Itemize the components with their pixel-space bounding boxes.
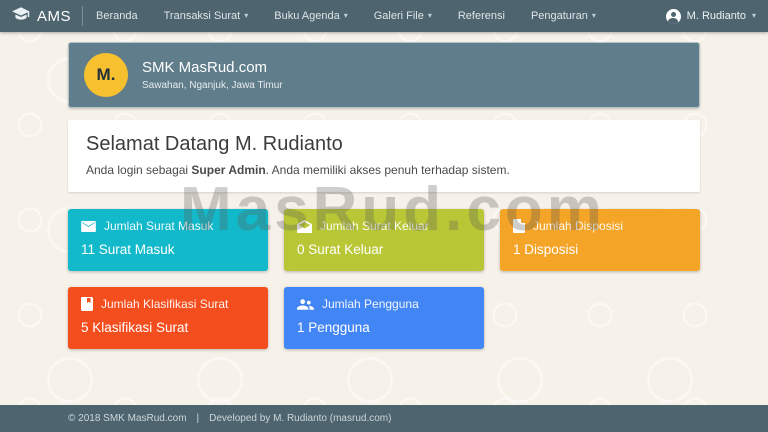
tile-klasifikasi-surat[interactable]: Jumlah Klasifikasi Surat 5 Klasifikasi S… — [68, 287, 268, 349]
chevron-down-icon: ▾ — [592, 12, 596, 20]
chevron-down-icon: ▾ — [752, 12, 756, 20]
page-footer: © 2018 SMK MasRud.com | Developed by M. … — [0, 405, 768, 432]
tile-value: 1 Disposisi — [513, 242, 687, 257]
document-icon — [513, 219, 525, 233]
footer-copyright: © 2018 SMK MasRud.com — [68, 413, 187, 424]
school-logo: M. — [84, 53, 128, 97]
user-role: Super Admin — [191, 163, 265, 177]
nav-item-galeri-file[interactable]: Galeri File▾ — [374, 10, 432, 22]
tile-surat-masuk[interactable]: Jumlah Surat Masuk 11 Surat Masuk — [68, 209, 268, 271]
footer-credit: Developed by M. Rudianto (masrud.com) — [209, 413, 391, 424]
main-content: M. SMK MasRud.com Sawahan, Nganjuk, Jawa… — [68, 32, 700, 349]
welcome-message: Anda login sebagai Super Admin. Anda mem… — [86, 163, 682, 177]
tile-title: Jumlah Surat Masuk — [104, 219, 213, 233]
tile-value: 5 Klasifikasi Surat — [81, 320, 255, 335]
school-name: SMK MasRud.com — [142, 59, 283, 76]
chevron-down-icon: ▾ — [428, 12, 432, 20]
tile-value: 11 Surat Masuk — [81, 242, 255, 257]
users-icon — [297, 299, 314, 310]
chevron-down-icon: ▾ — [344, 12, 348, 20]
mail-open-icon — [297, 220, 312, 233]
nav-item-transaksi-surat[interactable]: Transaksi Surat▾ — [164, 10, 249, 22]
user-avatar-icon — [666, 9, 681, 24]
tile-title: Jumlah Klasifikasi Surat — [101, 297, 228, 311]
tile-disposisi[interactable]: Jumlah Disposisi 1 Disposisi — [500, 209, 700, 271]
brand-name: AMS — [37, 8, 71, 25]
chevron-down-icon: ▾ — [244, 12, 248, 20]
nav-item-beranda[interactable]: Beranda — [96, 10, 138, 22]
school-banner: M. SMK MasRud.com Sawahan, Nganjuk, Jawa… — [68, 42, 700, 108]
school-address: Sawahan, Nganjuk, Jawa Timur — [142, 80, 283, 91]
navbar-menu: Beranda Transaksi Surat▾ Buku Agenda▾ Ga… — [96, 10, 666, 22]
navbar-divider — [82, 6, 83, 26]
footer-separator: | — [197, 413, 200, 424]
tile-value: 0 Surat Keluar — [297, 242, 471, 257]
tile-title: Jumlah Pengguna — [322, 297, 419, 311]
tile-pengguna[interactable]: Jumlah Pengguna 1 Pengguna — [284, 287, 484, 349]
mail-closed-icon — [81, 221, 96, 232]
welcome-card: Selamat Datang M. Rudianto Anda login se… — [68, 120, 700, 192]
user-name: M. Rudianto — [687, 10, 746, 22]
nav-item-referensi[interactable]: Referensi — [458, 10, 505, 22]
tile-title: Jumlah Surat Keluar — [320, 219, 429, 233]
book-icon — [81, 297, 93, 311]
tile-value: 1 Pengguna — [297, 320, 471, 335]
top-navbar: AMS Beranda Transaksi Surat▾ Buku Agenda… — [0, 0, 768, 32]
user-menu[interactable]: M. Rudianto ▾ — [666, 9, 756, 24]
stats-grid: Jumlah Surat Masuk 11 Surat Masuk Jumlah… — [68, 209, 700, 349]
nav-item-buku-agenda[interactable]: Buku Agenda▾ — [274, 10, 347, 22]
graduation-cap-icon — [12, 7, 30, 26]
welcome-title: Selamat Datang M. Rudianto — [86, 133, 682, 156]
tile-title: Jumlah Disposisi — [533, 219, 623, 233]
tile-surat-keluar[interactable]: Jumlah Surat Keluar 0 Surat Keluar — [284, 209, 484, 271]
brand-logo[interactable]: AMS — [12, 7, 71, 26]
nav-item-pengaturan[interactable]: Pengaturan▾ — [531, 10, 596, 22]
